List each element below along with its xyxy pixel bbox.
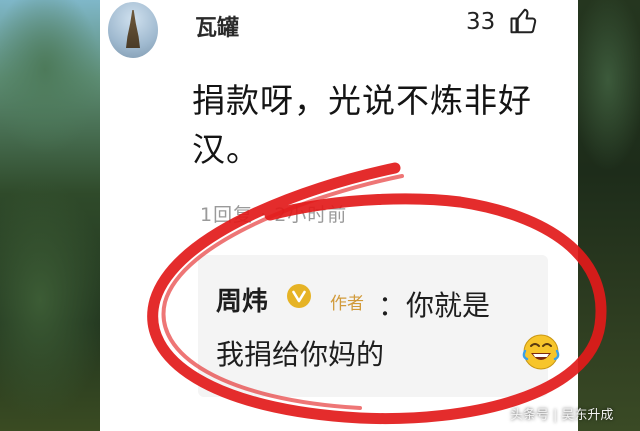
watermark-author: 吴东升成	[561, 408, 614, 423]
watermark-source: 头条号	[510, 408, 550, 423]
blurred-background-right	[578, 0, 640, 431]
avatar-tower-image	[126, 10, 140, 48]
reply-count-meta[interactable]: 1回复 · 2小时前	[200, 200, 347, 227]
blurred-background-left	[0, 0, 100, 431]
comment-username[interactable]: 瓦罐	[195, 10, 239, 42]
comment-card: 瓦罐 33 捐款呀，光说不炼非好汉。 1回复 · 2小时前 周炜 作者 ：你就是…	[100, 0, 578, 431]
watermark: 头条号 | 吴东升成	[510, 408, 614, 423]
like-count: 33	[466, 9, 496, 35]
reply-author-name[interactable]: 周炜	[216, 281, 268, 318]
avatar[interactable]	[108, 2, 158, 58]
laughing-emoji-icon	[522, 334, 560, 370]
reply-box: 周炜 作者 ：你就是 我捐给你妈的	[198, 255, 560, 397]
verified-v-icon	[287, 284, 311, 308]
comment-text: 捐款呀，光说不炼非好汉。	[192, 81, 532, 169]
reply-text-line1: ：你就是	[378, 289, 491, 322]
author-badge: 作者	[330, 294, 364, 314]
reply-text-line2: 我捐给你妈的	[216, 338, 385, 371]
thumbs-up-icon[interactable]	[509, 6, 539, 36]
